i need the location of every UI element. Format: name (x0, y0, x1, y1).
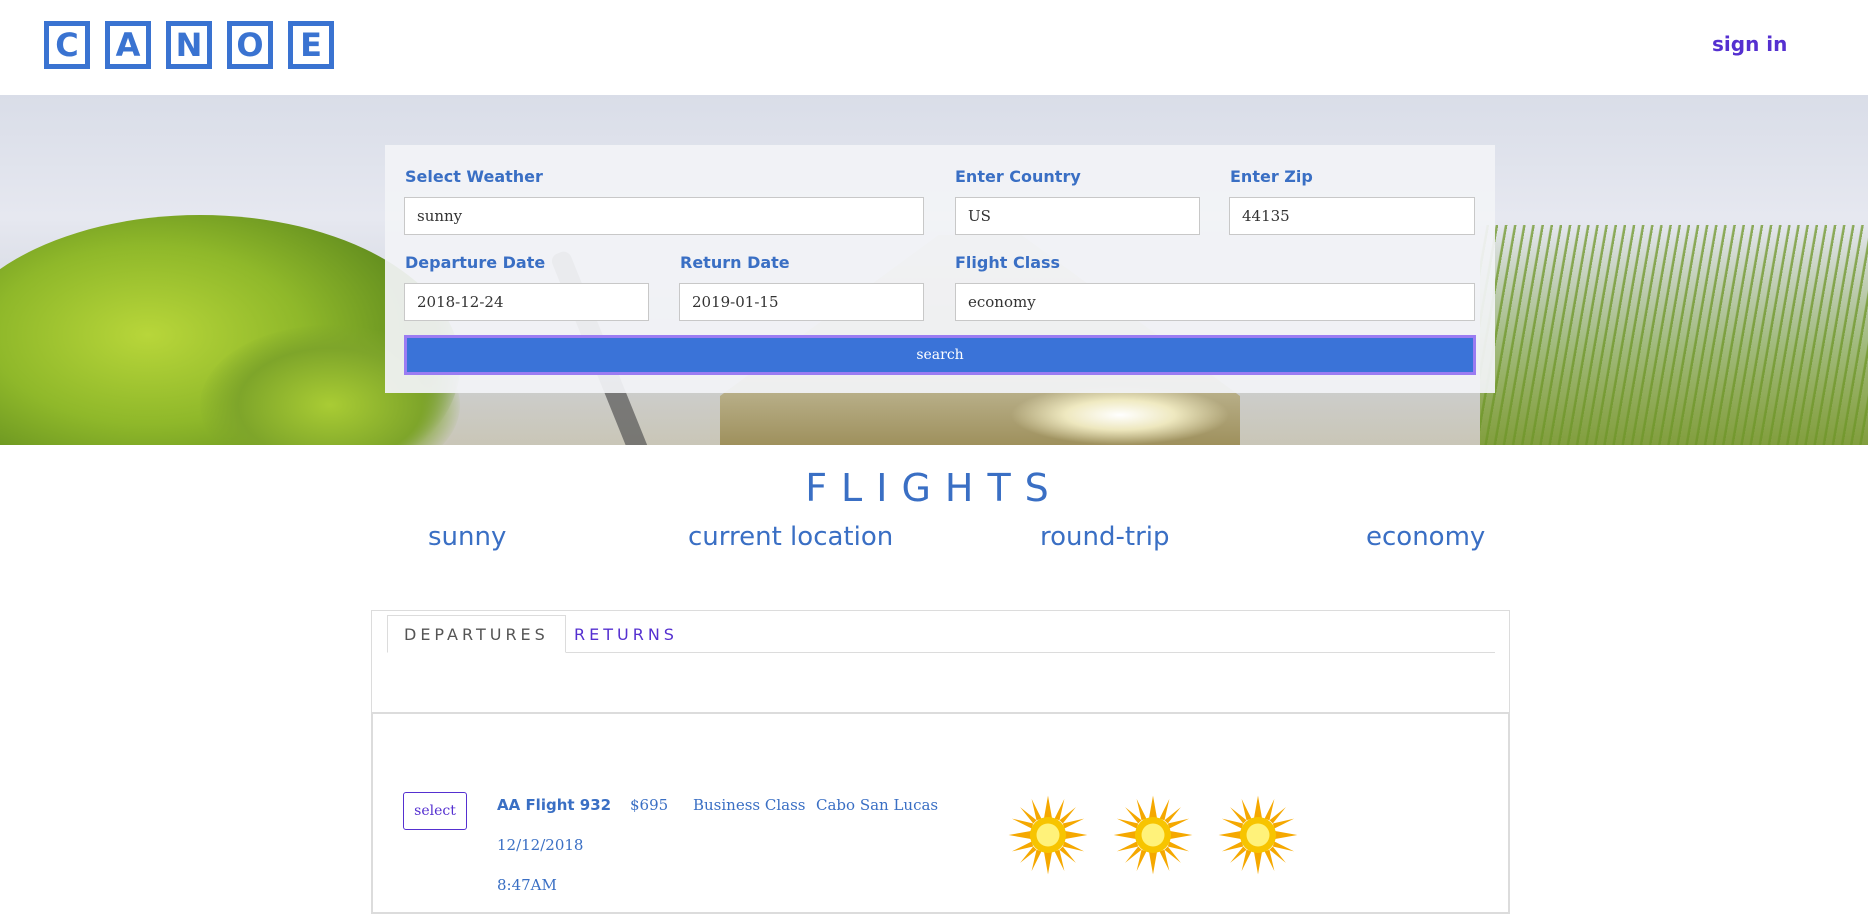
site-header: C A N O E sign in (0, 0, 1868, 95)
flight-time: 8:47AM (497, 876, 557, 894)
weather-label: Select Weather (405, 167, 543, 186)
sun-icon (1113, 795, 1193, 875)
sun-icon (1218, 795, 1298, 875)
departure-date-label: Departure Date (405, 253, 546, 272)
country-label: Enter Country (955, 167, 1081, 186)
flight-class: Business Class (693, 796, 806, 814)
flight-name: AA Flight 932 (497, 796, 612, 814)
search-button[interactable]: search (404, 335, 1476, 375)
summary-weather: sunny (428, 522, 507, 552)
country-input[interactable] (955, 197, 1200, 235)
canoe-logo[interactable]: C A N O E (44, 21, 334, 69)
flight-date: 12/12/2018 (497, 836, 584, 854)
flight-class-input[interactable] (955, 283, 1475, 321)
flight-destination: Cabo San Lucas (816, 796, 939, 814)
summary-trip-type: round-trip (1040, 522, 1170, 552)
summary-class: economy (1366, 522, 1486, 552)
flight-result-card: select AA Flight 932 $695 Business Class… (371, 712, 1510, 914)
zip-label: Enter Zip (1230, 167, 1313, 186)
sun-glare (1010, 385, 1230, 445)
flight-class-label: Flight Class (955, 253, 1061, 272)
weather-input[interactable] (404, 197, 924, 235)
return-date-label: Return Date (680, 253, 790, 272)
tab-departures[interactable]: DEPARTURES (387, 615, 566, 653)
tab-returns[interactable]: RETURNS (558, 615, 694, 653)
flights-title: FLIGHTS (805, 466, 1063, 510)
summary-location: current location (688, 522, 894, 552)
return-date-input[interactable] (679, 283, 924, 321)
results-tabs-panel: DEPARTURES RETURNS (371, 610, 1510, 713)
grass-image (1480, 225, 1868, 445)
logo-letter: C (44, 21, 90, 69)
flight-price: $695 (630, 796, 669, 814)
search-form: Select Weather Enter Country Enter Zip D… (385, 145, 1495, 393)
logo-letter: E (288, 21, 334, 69)
departure-date-input[interactable] (404, 283, 649, 321)
select-flight-button[interactable]: select (403, 792, 467, 830)
logo-letter: O (227, 21, 273, 69)
logo-letter: A (105, 21, 151, 69)
sign-in-link[interactable]: sign in (1712, 32, 1787, 56)
zip-input[interactable] (1229, 197, 1475, 235)
logo-letter: N (166, 21, 212, 69)
sun-icon (1008, 795, 1088, 875)
